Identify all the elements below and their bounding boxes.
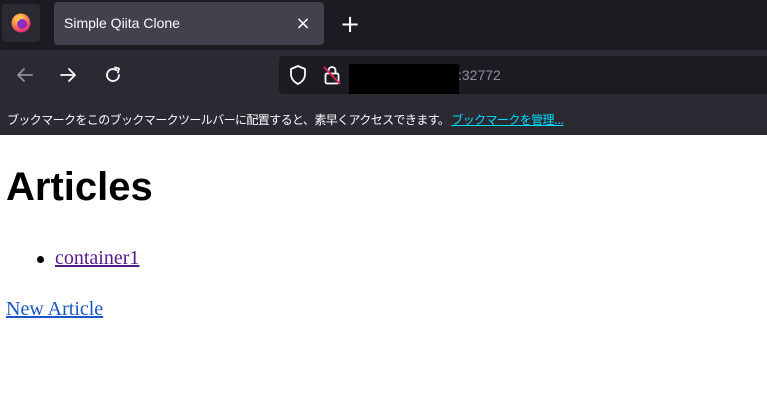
- list-item: container1: [0, 245, 139, 271]
- back-arrow-icon: [17, 68, 33, 82]
- insecure-lock-icon[interactable]: [321, 64, 343, 86]
- tab-simple-qiita-clone[interactable]: Simple Qiita Clone ×: [54, 2, 324, 45]
- forward-arrow-icon: [60, 68, 76, 82]
- tab-title: Simple Qiita Clone: [64, 15, 180, 31]
- reload-icon: [106, 66, 120, 82]
- page-content: Articles container1 New Article: [0, 135, 767, 416]
- article-link[interactable]: container1: [55, 247, 139, 269]
- back-button[interactable]: [9, 59, 41, 91]
- bookmarks-toolbar: ブックマークをこのブックマークツールバーに配置すると、素早くアクセスできます。ブ…: [0, 101, 767, 135]
- plus-icon[interactable]: +: [334, 8, 366, 40]
- bookmarks-message-text: ブックマークをこのブックマークツールバーに配置すると、素早くアクセスできます。: [7, 113, 450, 127]
- firefox-icon: [11, 13, 31, 33]
- navigation-toolbar: :32772: [0, 50, 767, 101]
- reload-button[interactable]: [97, 59, 129, 91]
- shield-icon[interactable]: [287, 64, 309, 86]
- bullet-icon: [37, 256, 44, 263]
- new-article-link[interactable]: New Article: [6, 296, 103, 322]
- article-list: container1: [0, 245, 139, 271]
- forward-button[interactable]: [52, 59, 84, 91]
- firefox-menu-button[interactable]: [2, 4, 40, 42]
- close-icon[interactable]: ×: [290, 10, 316, 36]
- bookmarks-empty-message: ブックマークをこのブックマークツールバーに配置すると、素早くアクセスできます。ブ…: [7, 111, 564, 128]
- tab-strip: Simple Qiita Clone × +: [0, 0, 767, 50]
- address-bar[interactable]: :32772: [279, 56, 767, 94]
- url-text: :32772: [458, 67, 501, 83]
- manage-bookmarks-link[interactable]: ブックマークを管理...: [451, 113, 564, 127]
- page-title: Articles: [6, 165, 153, 209]
- redacted-host: [349, 64, 459, 94]
